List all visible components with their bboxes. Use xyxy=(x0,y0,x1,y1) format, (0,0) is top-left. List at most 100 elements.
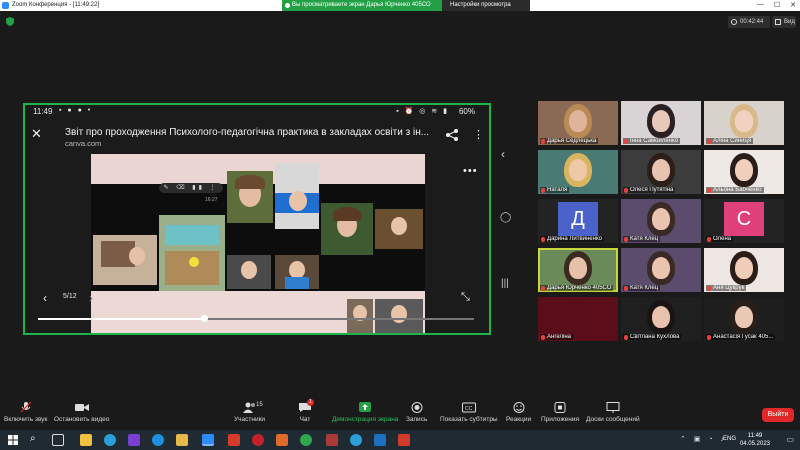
phone-notification-icons: ▪ ● ● • xyxy=(59,107,93,114)
reactions-button[interactable]: Реакции xyxy=(506,402,531,423)
file-explorer-icon[interactable] xyxy=(80,434,92,446)
fullscreen-icon[interactable]: ⤡ xyxy=(461,291,470,304)
search-icon[interactable]: ⌕ xyxy=(30,433,36,444)
participant-tile[interactable]: Світлана Кухлова xyxy=(621,297,701,341)
participant-name-text: Олена xyxy=(713,236,732,242)
unmute-button[interactable]: Включить звук xyxy=(4,402,47,423)
skype-icon[interactable] xyxy=(152,434,164,446)
zoom-app-icon[interactable] xyxy=(202,434,214,446)
app-icon[interactable] xyxy=(228,434,240,446)
participant-tile[interactable]: С Олена xyxy=(704,199,784,243)
reactions-icon xyxy=(513,402,525,413)
edge-browser-icon[interactable] xyxy=(104,434,116,446)
more-vertical-icon[interactable]: ⋮ xyxy=(473,128,484,141)
record-label: Запись xyxy=(406,416,428,423)
participants-button[interactable]: Участники 15 xyxy=(234,402,265,423)
chrome-icon[interactable] xyxy=(300,434,312,446)
participant-tile[interactable]: Катя Клец xyxy=(621,248,701,292)
participant-video-face xyxy=(569,306,587,328)
participant-name-text: Катя Клец xyxy=(630,285,659,291)
participant-name-text: Олеся Путятіна xyxy=(630,187,674,193)
system-clock[interactable]: 11:49 04.05.2023 xyxy=(740,432,770,448)
maximize-button[interactable]: ☐ xyxy=(774,1,780,9)
participant-name-text: Дарина Литвиненко xyxy=(547,236,602,242)
participant-tile[interactable]: Інна Самойленко xyxy=(621,101,701,145)
participant-tile[interactable]: Дарья Юрченко 405СО xyxy=(538,248,618,292)
chat-button[interactable]: Чат 1 xyxy=(298,399,314,423)
participant-tile[interactable]: Ангеліна xyxy=(538,297,618,341)
window-controls: — ☐ ✕ xyxy=(757,1,796,9)
apps-button[interactable]: Приложения xyxy=(541,402,579,423)
participant-tile[interactable]: Аліна Синиця xyxy=(704,101,784,145)
muted-mic-icon xyxy=(707,188,711,193)
whiteboards-button[interactable]: Доски сообщений xyxy=(586,402,640,423)
share-banner-text: Вы просматриваете экран Дарья Юрченко 40… xyxy=(292,2,431,8)
close-window-button[interactable]: ✕ xyxy=(790,1,796,9)
participant-name-text: Наталя xyxy=(547,187,568,193)
share-icon[interactable] xyxy=(445,128,459,142)
record-button[interactable]: Запись xyxy=(406,402,427,423)
next-slide-icon[interactable]: › xyxy=(89,291,93,305)
muted-mic-icon xyxy=(541,188,545,193)
powerpoint-icon[interactable] xyxy=(276,434,288,446)
phone-home-icon: ◯ xyxy=(500,212,512,223)
shared-screen[interactable]: 11:49 ▪ ● ● • ▪ ⏰ ◎ ≋ ▮ 60% ✕ Звіт про п… xyxy=(23,103,491,335)
participant-name: Олеся Путятіна xyxy=(623,187,676,193)
captions-button[interactable]: CC Показать субтитры xyxy=(440,402,498,423)
participant-tile[interactable]: Д Дарина Литвиненко xyxy=(538,199,618,243)
stop-video-button[interactable]: Остановить видео xyxy=(54,402,109,423)
participant-name: Наталя xyxy=(540,187,570,193)
telegram-icon[interactable] xyxy=(350,434,362,446)
participant-tile[interactable]: Олеся Путятіна xyxy=(621,150,701,194)
notifications-icon[interactable]: ▭ xyxy=(786,435,794,444)
slide-progress-knob[interactable] xyxy=(201,315,208,322)
participant-name-text: Дарья Юрченко 405СО xyxy=(547,285,612,291)
task-view-icon[interactable] xyxy=(52,434,64,446)
share-screen-icon xyxy=(359,402,372,412)
participant-name: Світлана Кухлова xyxy=(623,334,682,340)
participant-tile[interactable]: Аня Цукрук xyxy=(704,248,784,292)
participant-tile[interactable]: Анастасія Гусак 405... xyxy=(704,297,784,341)
pdf-app-icon[interactable] xyxy=(398,434,410,446)
timer-icon xyxy=(731,19,737,25)
share-screen-button[interactable]: Демонстрация экрана xyxy=(332,402,398,423)
participant-video-face xyxy=(652,110,670,132)
participant-tile[interactable]: Дарья Седлецька xyxy=(538,101,618,145)
system-tray-icons[interactable]: ⌃ ▣ ◔ ♪ xyxy=(680,435,727,443)
windows-start-icon[interactable] xyxy=(8,435,18,445)
folder-icon[interactable] xyxy=(176,434,188,446)
participant-name-text: Ангеліна xyxy=(547,334,571,340)
whiteboard-icon xyxy=(606,402,620,413)
reactions-label: Реакции xyxy=(506,416,532,423)
participant-gallery: Дарья Седлецька Інна Самойленко Аліна Сини… xyxy=(538,101,786,341)
video-camera-icon xyxy=(74,404,89,411)
slide-progress-bar[interactable] xyxy=(38,315,474,322)
muted-mic-icon xyxy=(624,139,628,144)
more-horizontal-icon[interactable]: ••• xyxy=(463,165,478,177)
view-options-button[interactable]: Настройки просмотра xyxy=(442,0,530,11)
leave-meeting-button[interactable]: Выйти xyxy=(762,408,794,422)
word-icon[interactable] xyxy=(374,434,386,446)
participant-name: Аліна Синиця xyxy=(706,138,754,144)
participants-count: 15 xyxy=(256,402,263,408)
muted-mic-icon xyxy=(624,335,628,340)
participant-tile[interactable]: Катя Клец xyxy=(621,199,701,243)
app-icon[interactable] xyxy=(326,434,338,446)
close-icon[interactable]: ✕ xyxy=(31,126,42,142)
minimize-button[interactable]: — xyxy=(757,1,764,9)
app-icon[interactable] xyxy=(128,434,140,446)
svg-text:CC: CC xyxy=(465,406,473,412)
participant-tile[interactable]: Альона Бабченко xyxy=(704,150,784,194)
opera-icon[interactable] xyxy=(252,434,264,446)
participant-name-text: Анастасія Гусак 405... xyxy=(713,334,774,340)
previous-slide-icon[interactable]: ‹ xyxy=(43,291,47,305)
view-button[interactable]: Вид xyxy=(772,16,796,28)
participant-name-text: Світлана Кухлова xyxy=(630,334,680,340)
windows-taskbar: ⌕ ENG 11:49 04.05.2023 ⌃ ▣ ◔ ♪ ▭ xyxy=(0,430,800,450)
document-url: canva.com xyxy=(65,139,102,148)
page-indicator: 5/12 xyxy=(63,293,77,300)
slide-toolbar[interactable]: ✎ ⌫ ▮▮ ⋮ xyxy=(159,183,223,193)
participant-tile[interactable]: Наталя xyxy=(538,150,618,194)
encryption-shield-icon[interactable] xyxy=(6,17,14,26)
slide-screenshot xyxy=(227,255,271,289)
